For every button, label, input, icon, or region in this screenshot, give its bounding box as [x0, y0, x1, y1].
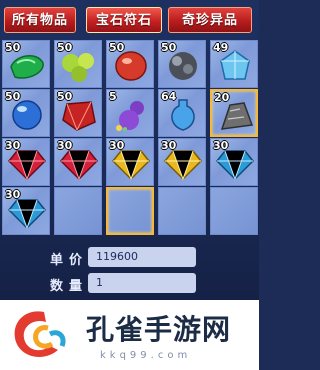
inventory-slot[interactable]: 30: [2, 187, 50, 235]
watermark-banner: 孔雀手游网 kkq99.com: [0, 300, 259, 370]
empty-inventory-slot[interactable]: [54, 187, 102, 235]
inventory-slot[interactable]: 49: [210, 40, 258, 88]
empty-inventory-slot[interactable]: [210, 187, 258, 235]
item-quantity: 64: [161, 90, 177, 103]
inventory-slot[interactable]: 30: [54, 138, 102, 186]
item-quantity: 30: [57, 139, 73, 152]
watermark-title: 孔雀手游网: [86, 313, 232, 346]
inventory-slot[interactable]: 30: [106, 138, 154, 186]
inventory-slot[interactable]: 50: [2, 89, 50, 137]
inventory-grid: 50 50 50 50 49 50 50 5 64 20 30 30 30 30 30 30: [0, 40, 259, 236]
empty-inventory-slot[interactable]: [106, 187, 154, 235]
item-quantity: 50: [5, 41, 21, 54]
item-quantity: 50: [57, 90, 73, 103]
item-quantity: 50: [57, 41, 73, 54]
item-quantity: 5: [109, 90, 117, 103]
item-quantity: 50: [5, 90, 21, 103]
inventory-slot[interactable]: 50: [158, 40, 206, 88]
inventory-slot[interactable]: 50: [2, 40, 50, 88]
unit-price-label: 单价: [50, 253, 89, 268]
quantity-label: 数量: [50, 279, 89, 294]
inventory-slot[interactable]: 50: [54, 89, 102, 137]
item-quantity: 30: [109, 139, 125, 152]
item-quantity: 30: [161, 139, 177, 152]
item-quantity: 30: [5, 188, 21, 201]
watermark-url: kkq99.com: [100, 350, 192, 361]
empty-inventory-slot[interactable]: [158, 187, 206, 235]
item-quantity: 20: [214, 91, 230, 104]
inventory-slot[interactable]: 30: [2, 138, 50, 186]
inventory-panel: 所有物品 宝石符石 奇珍异品 50 50 50 50 49 50 50 5 64 20 30 30 30…: [0, 0, 259, 300]
tab-rare-items[interactable]: 奇珍异品: [168, 7, 252, 33]
inventory-slot[interactable]: 30: [158, 138, 206, 186]
inventory-slot[interactable]: 50: [54, 40, 102, 88]
quantity-field[interactable]: 1: [88, 273, 196, 293]
item-quantity: 30: [5, 139, 21, 152]
item-quantity: 50: [109, 41, 125, 54]
unit-price-field[interactable]: 119600: [88, 247, 196, 267]
peacock-logo-icon: [14, 311, 66, 357]
tab-bar: 所有物品 宝石符石 奇珍异品: [0, 7, 259, 35]
inventory-slot[interactable]: 5: [106, 89, 154, 137]
tab-all-items[interactable]: 所有物品: [4, 7, 76, 33]
inventory-slot[interactable]: 30: [210, 138, 258, 186]
item-quantity: 30: [213, 139, 229, 152]
inventory-slot[interactable]: 20: [210, 89, 258, 137]
item-quantity: 49: [213, 41, 229, 54]
item-quantity: 50: [161, 41, 177, 54]
trade-fields: 单价 119600 数量 1: [0, 244, 259, 300]
inventory-slot[interactable]: 50: [106, 40, 154, 88]
inventory-slot[interactable]: 64: [158, 89, 206, 137]
tab-gems-runes[interactable]: 宝石符石: [86, 7, 162, 33]
